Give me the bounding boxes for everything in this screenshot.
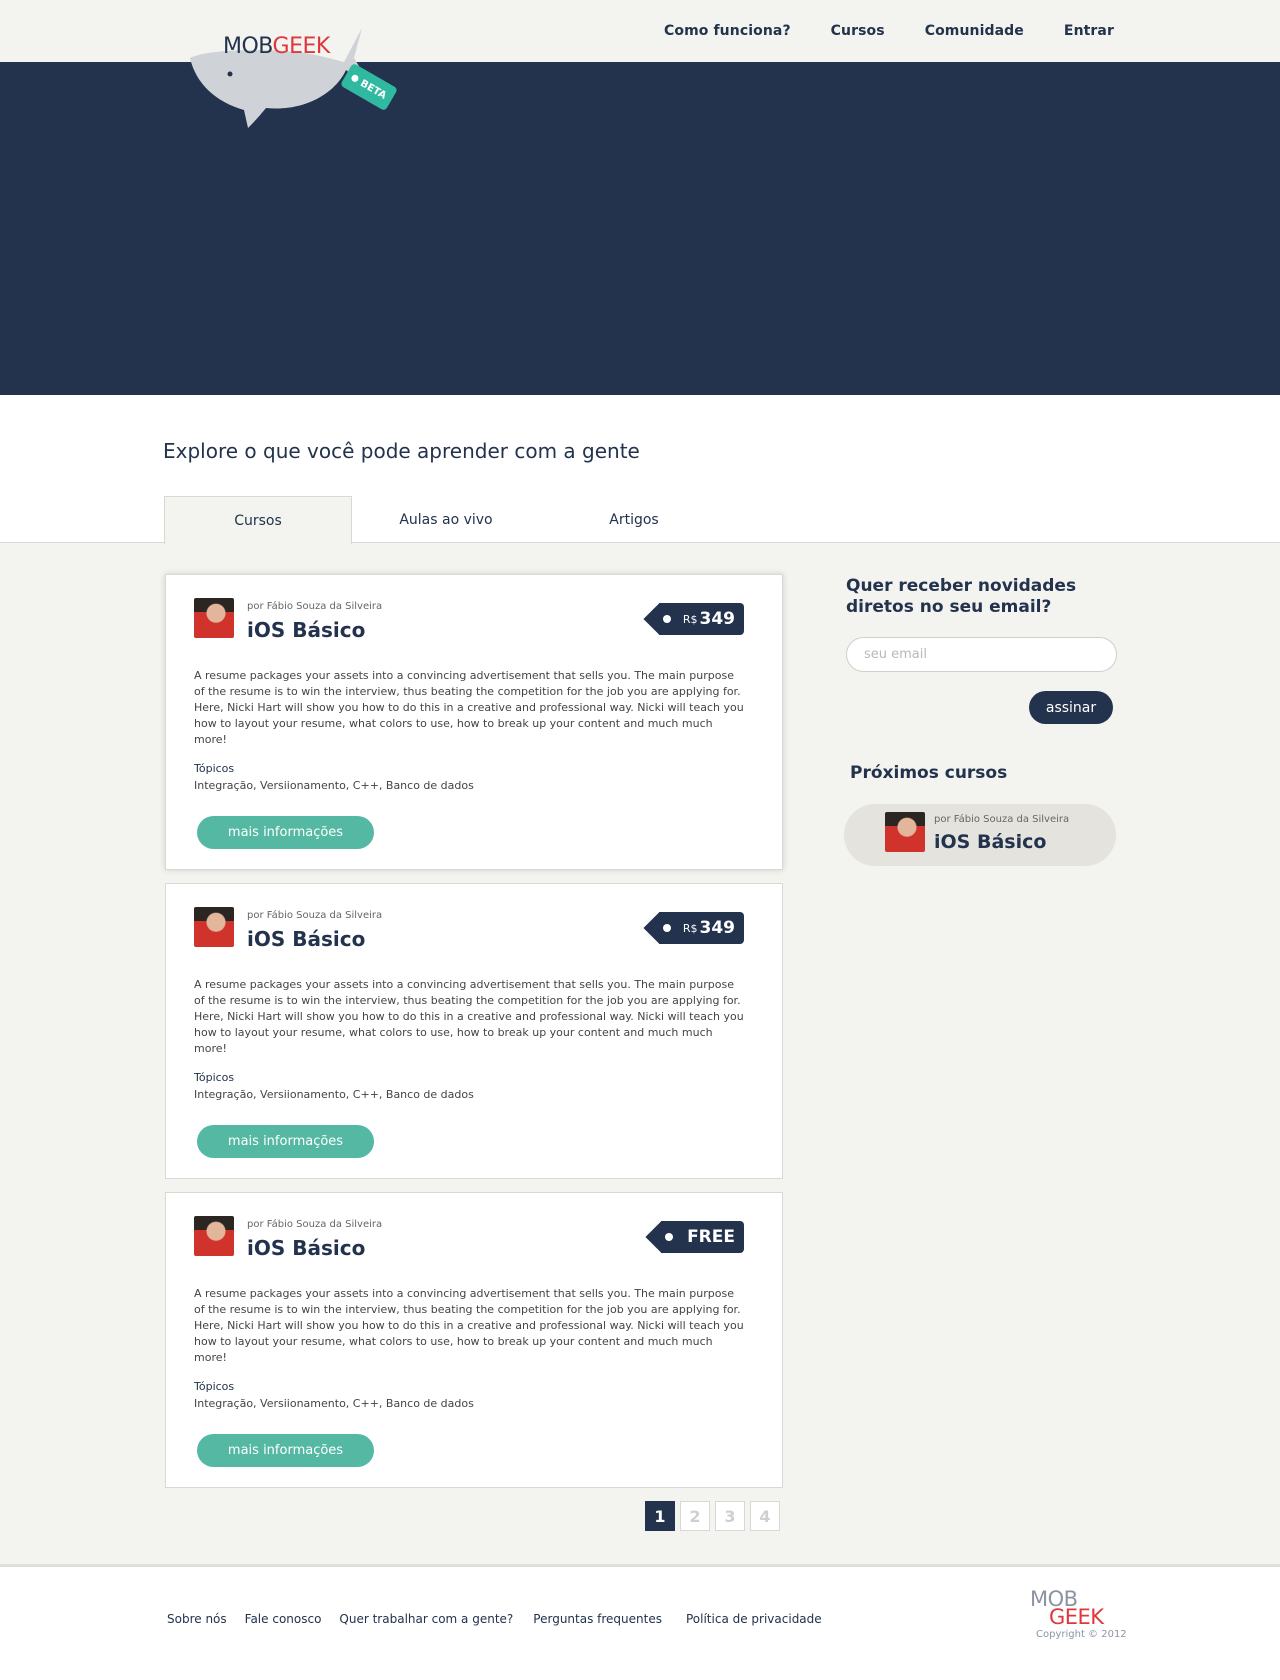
topics-list: Integração, Versiionamento, C++, Banco d… <box>194 1088 474 1101</box>
course-card: por Fábio Souza da Silveira iOS Básico R… <box>165 574 783 870</box>
author-avatar-icon <box>885 812 925 852</box>
copyright: Copyright © 2012 <box>1036 1629 1127 1640</box>
footer-link-faq[interactable]: Perguntas frequentes <box>533 1612 662 1626</box>
tab-courses[interactable]: Cursos <box>164 496 352 544</box>
page-4-button[interactable]: 4 <box>750 1501 780 1531</box>
topics-list: Integração, Versiionamento, C++, Banco d… <box>194 1397 474 1410</box>
footer-logo-geek: GEEK <box>1049 1605 1104 1629</box>
footer-link-contact[interactable]: Fale conosco <box>245 1612 322 1626</box>
logo-mob: MOB <box>223 34 273 59</box>
upcoming-course-title: iOS Básico <box>934 831 1047 853</box>
topics-label: Tópicos <box>194 1380 235 1393</box>
page-2-button[interactable]: 2 <box>680 1501 710 1531</box>
price-currency: R$ <box>682 921 698 935</box>
course-author: por Fábio Souza da Silveira <box>247 910 383 921</box>
course-description: A resume packages your assets into a con… <box>194 1287 744 1364</box>
email-field[interactable] <box>846 637 1117 672</box>
nav-login[interactable]: Entrar <box>1064 23 1114 39</box>
course-card: por Fábio Souza da Silveira iOS Básico R… <box>165 883 783 1179</box>
price-value: FREE <box>687 1227 735 1247</box>
subscribe-button[interactable]: assinar <box>1029 691 1113 724</box>
course-title[interactable]: iOS Básico <box>247 927 365 951</box>
price-currency: R$ <box>682 612 698 626</box>
course-author: por Fábio Souza da Silveira <box>247 601 383 612</box>
main-nav: Como funciona? Cursos Comunidade Entrar <box>624 23 1114 39</box>
course-card: por Fábio Souza da Silveira iOS Básico F… <box>165 1192 783 1488</box>
page-1-button[interactable]: 1 <box>645 1501 675 1531</box>
tab-articles[interactable]: Artigos <box>540 496 728 544</box>
more-info-button[interactable]: mais informações <box>197 1125 374 1158</box>
explore-section: Explore o que você pode aprender com a g… <box>0 395 1280 544</box>
footer-links: Sobre nós Fale conosco Quer trabalhar co… <box>167 1612 840 1626</box>
footer: Sobre nós Fale conosco Quer trabalhar co… <box>0 1564 1280 1680</box>
footer-link-about[interactable]: Sobre nós <box>167 1612 227 1626</box>
course-title[interactable]: iOS Básico <box>247 1236 365 1260</box>
more-info-button[interactable]: mais informações <box>197 816 374 849</box>
price-tag-icon: FREE <box>661 1221 744 1253</box>
price-value: 349 <box>699 609 736 629</box>
price-tag-icon: R$ 349 <box>658 603 744 635</box>
content-tabs: Cursos Aulas ao vivo Artigos <box>164 496 728 544</box>
topics-list: Integração, Versiionamento, C++, Banco d… <box>194 779 474 792</box>
nav-how-it-works[interactable]: Como funciona? <box>664 23 791 39</box>
nav-community[interactable]: Comunidade <box>925 23 1024 39</box>
nav-courses[interactable]: Cursos <box>831 23 885 39</box>
course-title[interactable]: iOS Básico <box>247 618 365 642</box>
logo-geek: GEEK <box>272 34 331 59</box>
more-info-button[interactable]: mais informações <box>197 1434 374 1467</box>
page-3-button[interactable]: 3 <box>715 1501 745 1531</box>
logo-text: MOBGEEK <box>223 34 330 59</box>
upcoming-author: por Fábio Souza da Silveira <box>934 814 1070 825</box>
course-description: A resume packages your assets into a con… <box>194 669 744 746</box>
tab-live-classes[interactable]: Aulas ao vivo <box>352 496 540 544</box>
explore-title: Explore o que você pode aprender com a g… <box>163 439 640 463</box>
topics-label: Tópicos <box>194 762 235 775</box>
upcoming-courses-title: Próximos cursos <box>850 763 1008 783</box>
upcoming-course-item[interactable]: por Fábio Souza da Silveira iOS Básico <box>844 804 1116 866</box>
author-avatar-icon <box>194 598 234 638</box>
newsletter-title: Quer receber novidades diretos no seu em… <box>846 576 1077 617</box>
course-author: por Fábio Souza da Silveira <box>247 1219 383 1230</box>
price-value: 349 <box>699 918 736 938</box>
site-logo[interactable]: MOBGEEK BETA <box>186 22 406 132</box>
footer-link-careers[interactable]: Quer trabalhar com a gente? <box>339 1612 513 1626</box>
author-avatar-icon <box>194 907 234 947</box>
topics-label: Tópicos <box>194 1071 235 1084</box>
course-description: A resume packages your assets into a con… <box>194 978 744 1055</box>
footer-link-privacy[interactable]: Política de privacidade <box>686 1612 822 1626</box>
price-tag-icon: R$ 349 <box>658 912 744 944</box>
pagination: 1 2 3 4 <box>645 1501 780 1531</box>
author-avatar-icon <box>194 1216 234 1256</box>
